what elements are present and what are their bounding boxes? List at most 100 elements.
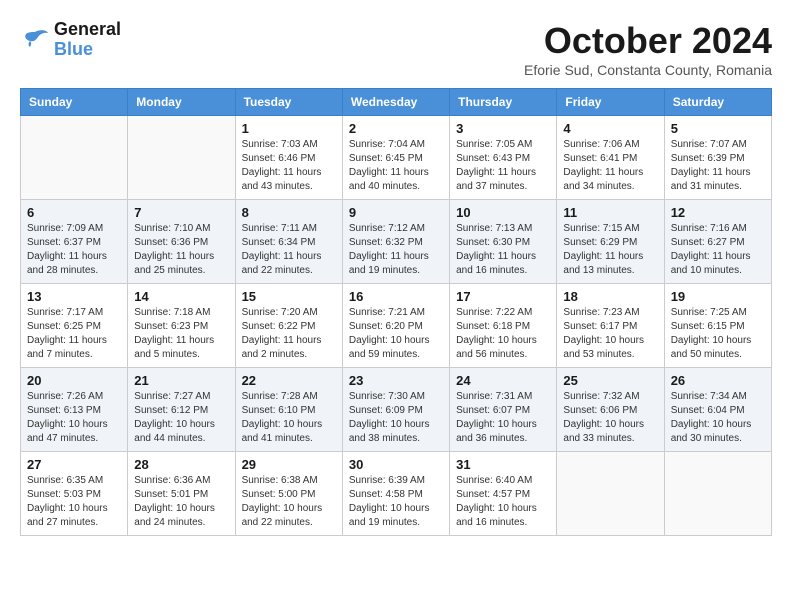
day-info: Sunrise: 7:25 AM Sunset: 6:15 PM Dayligh…	[671, 306, 765, 362]
calendar-cell: 17 Sunrise: 7:22 AM Sunset: 6:18 PM Dayli…	[450, 284, 557, 368]
day-info: Sunrise: 7:03 AM Sunset: 6:46 PM Dayligh…	[242, 138, 336, 194]
day-number: 11	[563, 205, 657, 220]
calendar-cell	[664, 452, 771, 536]
calendar-cell: 18Sunrise: 7:23 AM Sunset: 6:17 PM Dayli…	[557, 284, 664, 368]
day-info: Sunrise: 6:39 AM Sunset: 4:58 PM Dayligh…	[349, 474, 443, 530]
calendar-cell: 29 Sunrise: 6:38 AM Sunset: 5:00 PM Dayli…	[235, 452, 342, 536]
day-number: 12	[671, 205, 765, 220]
day-number: 8	[242, 205, 336, 220]
day-info: Sunrise: 7:12 AM Sunset: 6:32 PM Dayligh…	[349, 222, 443, 278]
logo-text: General Blue	[54, 20, 121, 60]
day-number: 18	[563, 289, 657, 304]
calendar-cell: 30 Sunrise: 6:39 AM Sunset: 4:58 PM Dayli…	[342, 452, 449, 536]
day-info: Sunrise: 7:06 AM Sunset: 6:41 PM Dayligh…	[563, 138, 657, 194]
day-info: Sunrise: 7:17 AM Sunset: 6:25 PM Dayligh…	[27, 306, 121, 362]
day-info: Sunrise: 7:32 AM Sunset: 6:06 PM Dayligh…	[563, 390, 657, 446]
day-info: Sunrise: 7:30 AM Sunset: 6:09 PM Dayligh…	[349, 390, 443, 446]
day-info: Sunrise: 7:28 AM Sunset: 6:10 PM Dayligh…	[242, 390, 336, 446]
day-number: 26	[671, 373, 765, 388]
day-number: 10	[456, 205, 550, 220]
day-number: 30	[349, 457, 443, 472]
month-title: October 2024	[524, 20, 772, 62]
location: Eforie Sud, Constanta County, Romania	[524, 62, 772, 78]
day-info: Sunrise: 7:31 AM Sunset: 6:07 PM Dayligh…	[456, 390, 550, 446]
day-info: Sunrise: 7:26 AM Sunset: 6:13 PM Dayligh…	[27, 390, 121, 446]
day-number: 3	[456, 121, 550, 136]
weekday-header-wednesday: Wednesday	[342, 89, 449, 116]
weekday-header-thursday: Thursday	[450, 89, 557, 116]
weekday-header-sunday: Sunday	[21, 89, 128, 116]
weekday-header-friday: Friday	[557, 89, 664, 116]
day-info: Sunrise: 7:18 AM Sunset: 6:23 PM Dayligh…	[134, 306, 228, 362]
calendar-cell: 19 Sunrise: 7:25 AM Sunset: 6:15 PM Dayli…	[664, 284, 771, 368]
calendar-cell: 8Sunrise: 7:11 AM Sunset: 6:34 PM Daylig…	[235, 200, 342, 284]
day-number: 28	[134, 457, 228, 472]
day-number: 25	[563, 373, 657, 388]
calendar-table: SundayMondayTuesdayWednesdayThursdayFrid…	[20, 88, 772, 536]
day-info: Sunrise: 7:21 AM Sunset: 6:20 PM Dayligh…	[349, 306, 443, 362]
calendar-week-row: 20 Sunrise: 7:26 AM Sunset: 6:13 PM Dayli…	[21, 368, 772, 452]
calendar-cell	[21, 116, 128, 200]
weekday-header-tuesday: Tuesday	[235, 89, 342, 116]
calendar-week-row: 13 Sunrise: 7:17 AM Sunset: 6:25 PM Dayli…	[21, 284, 772, 368]
day-info: Sunrise: 7:22 AM Sunset: 6:18 PM Dayligh…	[456, 306, 550, 362]
day-info: Sunrise: 7:15 AM Sunset: 6:29 PM Dayligh…	[563, 222, 657, 278]
day-number: 19	[671, 289, 765, 304]
day-number: 17	[456, 289, 550, 304]
calendar-cell: 10 Sunrise: 7:13 AM Sunset: 6:30 PM Dayli…	[450, 200, 557, 284]
day-info: Sunrise: 7:27 AM Sunset: 6:12 PM Dayligh…	[134, 390, 228, 446]
day-info: Sunrise: 7:09 AM Sunset: 6:37 PM Dayligh…	[27, 222, 121, 278]
day-info: Sunrise: 7:05 AM Sunset: 6:43 PM Dayligh…	[456, 138, 550, 194]
calendar-cell: 3 Sunrise: 7:05 AM Sunset: 6:43 PM Daylig…	[450, 116, 557, 200]
day-number: 24	[456, 373, 550, 388]
calendar-cell: 7Sunrise: 7:10 AM Sunset: 6:36 PM Daylig…	[128, 200, 235, 284]
calendar-cell: 27 Sunrise: 6:35 AM Sunset: 5:03 PM Dayli…	[21, 452, 128, 536]
day-info: Sunrise: 7:16 AM Sunset: 6:27 PM Dayligh…	[671, 222, 765, 278]
weekday-header-row: SundayMondayTuesdayWednesdayThursdayFrid…	[21, 89, 772, 116]
logo-icon	[20, 28, 50, 52]
calendar-cell: 6 Sunrise: 7:09 AM Sunset: 6:37 PM Daylig…	[21, 200, 128, 284]
day-number: 29	[242, 457, 336, 472]
logo: General Blue	[20, 20, 121, 60]
calendar-cell	[557, 452, 664, 536]
calendar-cell: 15Sunrise: 7:20 AM Sunset: 6:22 PM Dayli…	[235, 284, 342, 368]
day-number: 21	[134, 373, 228, 388]
calendar-cell: 28 Sunrise: 6:36 AM Sunset: 5:01 PM Dayli…	[128, 452, 235, 536]
day-number: 31	[456, 457, 550, 472]
calendar-cell: 24 Sunrise: 7:31 AM Sunset: 6:07 PM Dayli…	[450, 368, 557, 452]
weekday-header-saturday: Saturday	[664, 89, 771, 116]
day-number: 20	[27, 373, 121, 388]
calendar-cell: 21 Sunrise: 7:27 AM Sunset: 6:12 PM Dayli…	[128, 368, 235, 452]
day-info: Sunrise: 7:07 AM Sunset: 6:39 PM Dayligh…	[671, 138, 765, 194]
calendar-cell: 12 Sunrise: 7:16 AM Sunset: 6:27 PM Dayli…	[664, 200, 771, 284]
calendar-cell: 9 Sunrise: 7:12 AM Sunset: 6:32 PM Daylig…	[342, 200, 449, 284]
day-number: 6	[27, 205, 121, 220]
calendar-week-row: 27 Sunrise: 6:35 AM Sunset: 5:03 PM Dayli…	[21, 452, 772, 536]
calendar-cell: 22 Sunrise: 7:28 AM Sunset: 6:10 PM Dayli…	[235, 368, 342, 452]
day-info: Sunrise: 6:40 AM Sunset: 4:57 PM Dayligh…	[456, 474, 550, 530]
calendar-cell: 31 Sunrise: 6:40 AM Sunset: 4:57 PM Dayli…	[450, 452, 557, 536]
day-number: 5	[671, 121, 765, 136]
calendar-cell	[128, 116, 235, 200]
day-number: 9	[349, 205, 443, 220]
day-info: Sunrise: 7:20 AM Sunset: 6:22 PM Dayligh…	[242, 306, 336, 362]
day-number: 1	[242, 121, 336, 136]
day-info: Sunrise: 6:35 AM Sunset: 5:03 PM Dayligh…	[27, 474, 121, 530]
title-block: October 2024 Eforie Sud, Constanta Count…	[524, 20, 772, 78]
calendar-cell: 16Sunrise: 7:21 AM Sunset: 6:20 PM Dayli…	[342, 284, 449, 368]
day-number: 4	[563, 121, 657, 136]
calendar-cell: 20 Sunrise: 7:26 AM Sunset: 6:13 PM Dayli…	[21, 368, 128, 452]
calendar-cell: 1 Sunrise: 7:03 AM Sunset: 6:46 PM Daylig…	[235, 116, 342, 200]
calendar-cell: 26Sunrise: 7:34 AM Sunset: 6:04 PM Dayli…	[664, 368, 771, 452]
calendar-week-row: 1 Sunrise: 7:03 AM Sunset: 6:46 PM Daylig…	[21, 116, 772, 200]
day-info: Sunrise: 6:36 AM Sunset: 5:01 PM Dayligh…	[134, 474, 228, 530]
day-info: Sunrise: 6:38 AM Sunset: 5:00 PM Dayligh…	[242, 474, 336, 530]
day-number: 13	[27, 289, 121, 304]
page-header: General Blue October 2024 Eforie Sud, Co…	[20, 20, 772, 78]
day-info: Sunrise: 7:04 AM Sunset: 6:45 PM Dayligh…	[349, 138, 443, 194]
day-info: Sunrise: 7:10 AM Sunset: 6:36 PM Dayligh…	[134, 222, 228, 278]
day-info: Sunrise: 7:13 AM Sunset: 6:30 PM Dayligh…	[456, 222, 550, 278]
day-number: 14	[134, 289, 228, 304]
day-number: 22	[242, 373, 336, 388]
day-number: 27	[27, 457, 121, 472]
